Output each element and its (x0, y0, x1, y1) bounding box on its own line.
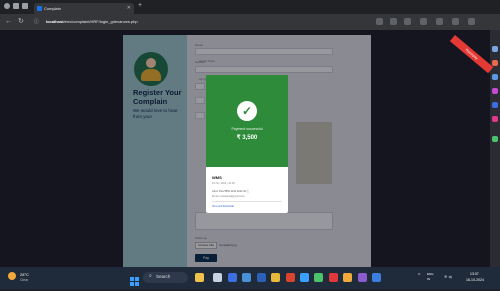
widgets-app-icon[interactable] (195, 273, 204, 282)
tab-complain[interactable]: Complain ✕ (34, 3, 134, 14)
favorites-icon[interactable] (436, 18, 443, 25)
shopping-icon[interactable] (492, 60, 498, 66)
merchant-name: WMS (212, 175, 222, 180)
app-icon[interactable] (358, 273, 367, 282)
close-tab-icon[interactable]: ✕ (127, 3, 131, 14)
explorer-app-icon[interactable] (271, 273, 280, 282)
search-icon: ⌕ (149, 273, 152, 279)
tab-actions-icon[interactable] (22, 3, 28, 9)
tray-network-volume-icon[interactable]: ≋ ◂) (444, 274, 452, 279)
whatsapp-app-icon[interactable] (314, 273, 323, 282)
office-app-icon[interactable] (286, 273, 295, 282)
back-icon[interactable]: ← (5, 17, 12, 27)
read-aloud-icon[interactable] (376, 18, 383, 25)
payment-modal-header (206, 75, 288, 167)
clock-time[interactable]: 13:07 (470, 272, 479, 276)
payment-status: Payment successful (231, 127, 263, 131)
refresh-icon[interactable]: ↻ (18, 17, 24, 27)
browser-profile-icon[interactable] (4, 3, 10, 9)
language-region[interactable]: IN (427, 277, 430, 281)
payment-email: Email: rudrapatel@gmail.com (212, 195, 245, 198)
tab-title: Complain (44, 6, 61, 11)
payment-card: Card: Visa 5554 4242 4242 42 ⓘ (212, 190, 250, 193)
split-screen-icon[interactable] (404, 18, 411, 25)
payment-amount: ₹ 3,500 (236, 135, 258, 141)
url-path: /env/complaint/HRF/login_grievances.php (63, 19, 138, 24)
collections-icon[interactable] (452, 18, 459, 25)
modal-divider (212, 201, 282, 202)
windows-start-icon[interactable] (130, 273, 139, 286)
store-app-icon[interactable] (300, 273, 309, 282)
weather-condition: Clear (20, 278, 29, 282)
workspaces-icon[interactable] (13, 3, 19, 9)
clock-date[interactable]: 16-10-2024 (466, 278, 484, 282)
url-host: localhost (46, 19, 64, 24)
media-app-icon[interactable] (329, 273, 338, 282)
new-tab-button[interactable]: + (138, 2, 142, 9)
taskbar-search-text: Search (156, 274, 171, 279)
weather-temp: 28°C (20, 272, 29, 277)
site-info-icon[interactable]: ⓘ (34, 17, 39, 27)
games-icon[interactable] (492, 116, 498, 122)
xampp-app-icon[interactable] (343, 273, 352, 282)
view-download-link[interactable]: View and Download (212, 205, 234, 208)
payment-date: 16 Oct, 2024 | 10:28 (212, 182, 235, 185)
star-icon[interactable] (390, 18, 397, 25)
language-code[interactable]: ENG (427, 272, 434, 276)
url-field[interactable]: localhost/env/complaint/HRF/login_grieva… (46, 17, 346, 27)
weather-icon[interactable] (8, 272, 16, 280)
edge-app-icon[interactable] (242, 273, 251, 282)
task-view-icon[interactable] (213, 273, 222, 282)
copilot-icon[interactable] (492, 88, 498, 94)
check-icon: ✓ (237, 101, 257, 121)
more-icon[interactable] (468, 18, 475, 25)
add-sidebar-icon[interactable] (492, 136, 498, 142)
chat-app-icon[interactable] (228, 273, 237, 282)
chevron-up-icon[interactable]: ^ (418, 273, 420, 279)
extensions-icon[interactable] (420, 18, 427, 25)
tools-icon[interactable] (492, 74, 498, 80)
search-sidebar-icon[interactable] (492, 46, 498, 52)
favicon-icon (37, 6, 42, 11)
vscode-app-icon[interactable] (257, 273, 266, 282)
chrome-app-icon[interactable] (372, 273, 381, 282)
outlook-icon[interactable] (492, 102, 498, 108)
